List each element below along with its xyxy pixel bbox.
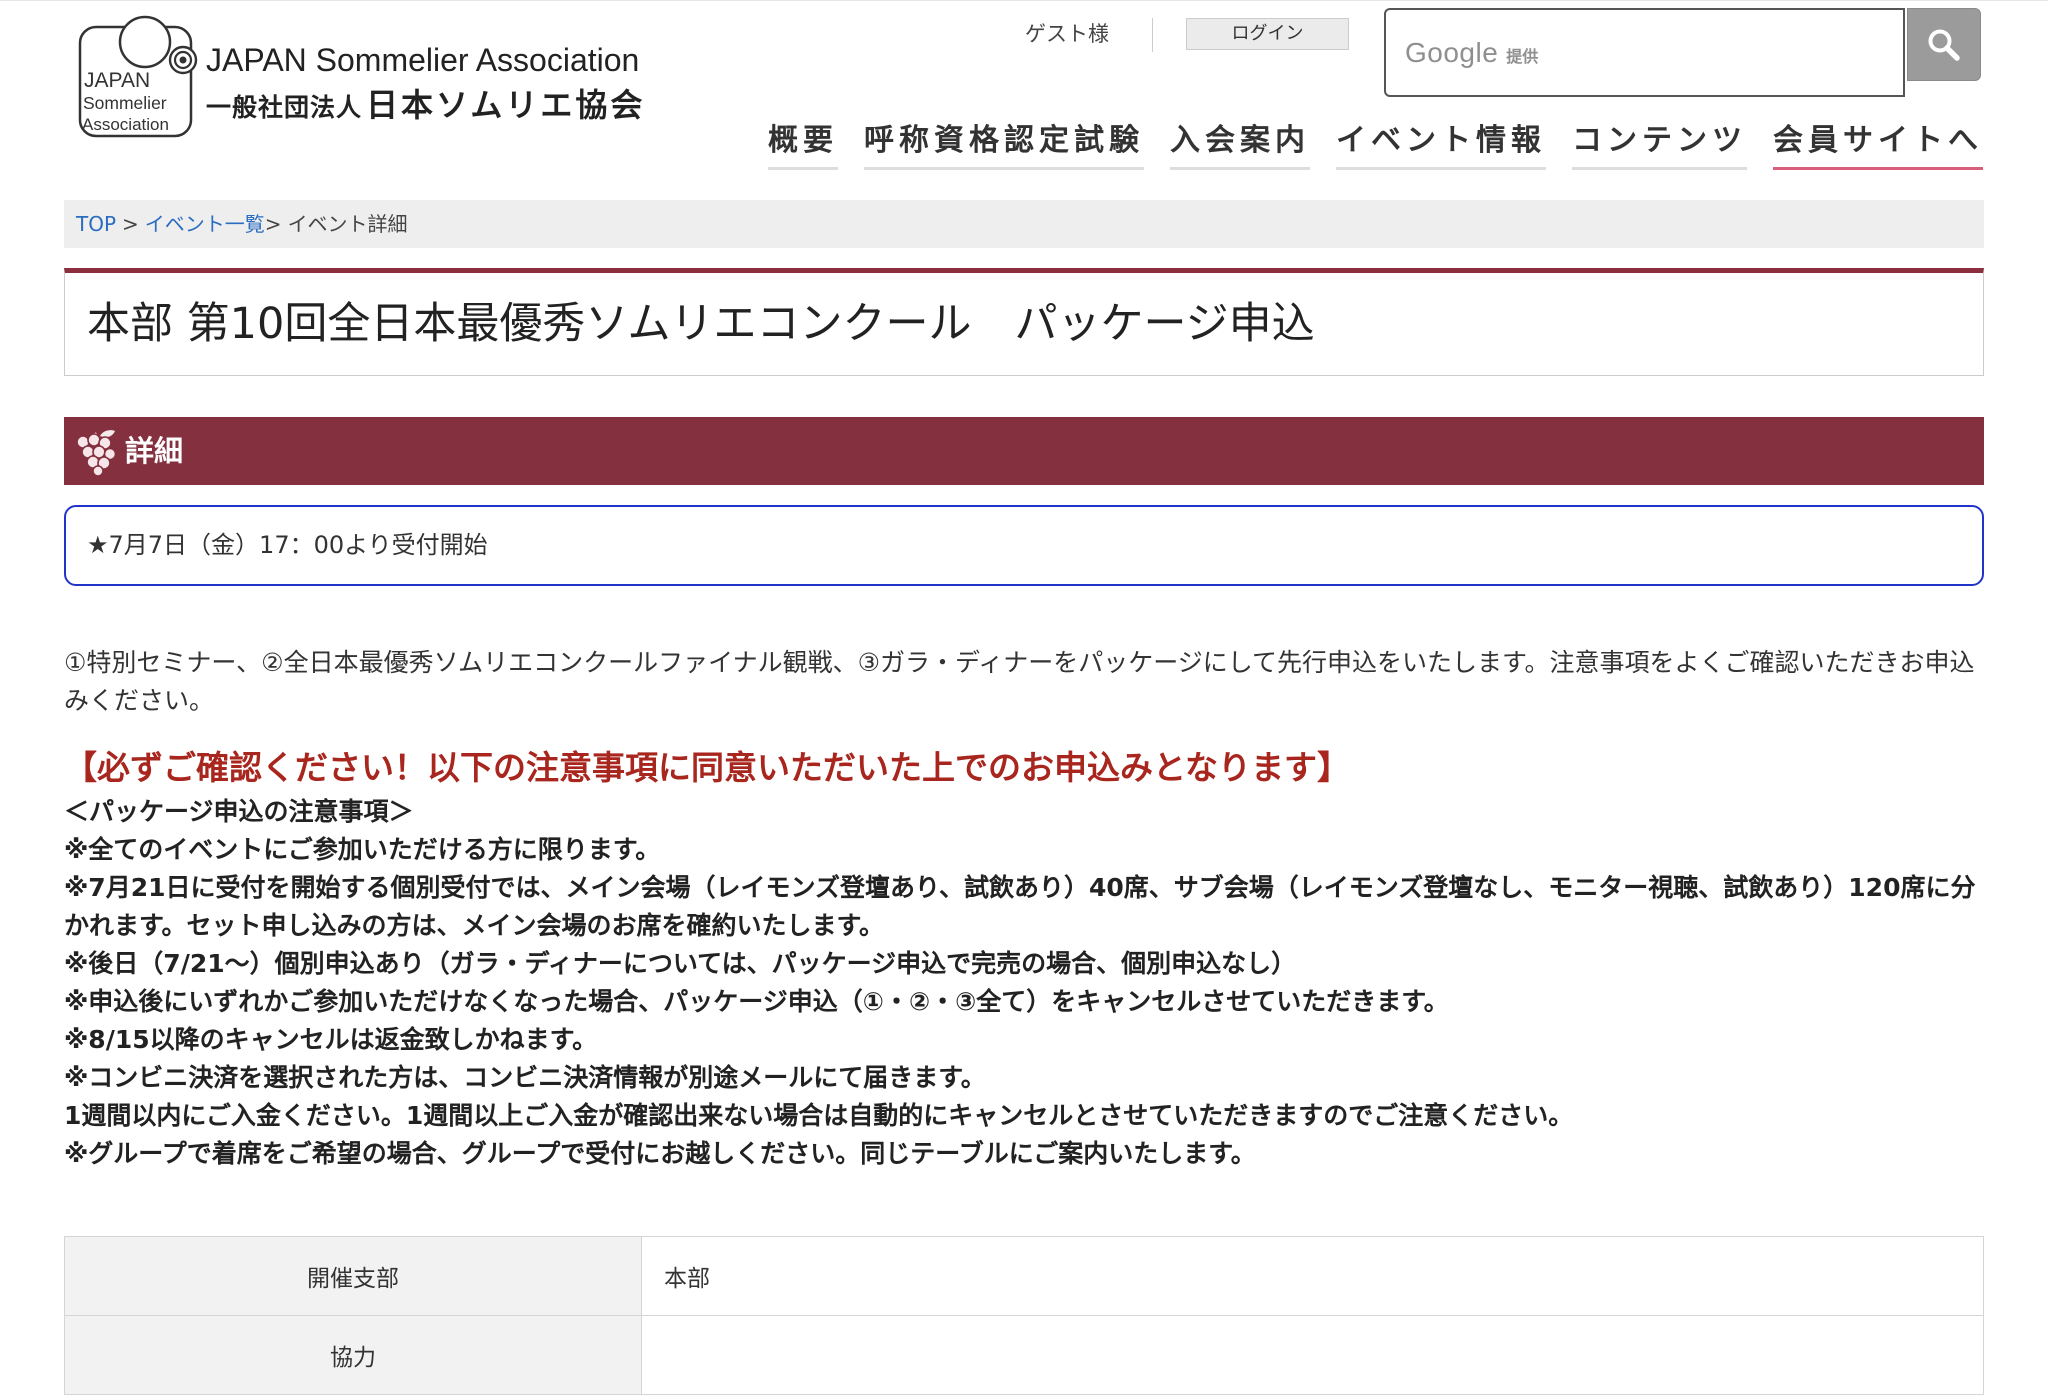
list-item: ※コンビニ決済を選択された方は、コンビニ決済情報が別途メールにて届きます。 [64, 1063, 986, 1092]
logo-line-sommelier: Sommelier [83, 93, 167, 113]
header-divider [1152, 18, 1153, 52]
sommelier-logo-icon: JAPAN Sommelier Association [78, 15, 198, 138]
list-item: ※グループで着席をご希望の場合、グループで受付にお越しください。同じテーブルにご… [64, 1139, 1256, 1168]
org-name-main: 日本ソムリエ協会 [366, 86, 646, 124]
breadcrumb-separator: > [264, 212, 282, 236]
details-table: 開催支部 本部 協力 [64, 1236, 1984, 1395]
section-header-details: 詳細 [64, 417, 1984, 485]
section-title: 詳細 [125, 434, 184, 468]
table-row-label: 協力 [64, 1315, 642, 1395]
nav-item-overview[interactable]: 概要 [768, 121, 838, 170]
logo-line-japan: JAPAN [84, 69, 150, 92]
breadcrumb-separator: > [122, 212, 139, 236]
search-box: Google 提供 [1384, 8, 1905, 97]
org-name-prefix: 一般社団法人 [206, 93, 363, 122]
page-title: 本部 第10回全日本最優秀ソムリエコンクール パッケージ申込 [87, 299, 1315, 349]
login-button[interactable]: ログイン [1186, 18, 1349, 50]
home-link[interactable]: JAPAN Sommelier Association JAPAN Sommel… [0, 0, 700, 150]
nav-item-contents[interactable]: コンテンツ [1572, 121, 1747, 170]
breadcrumb-top-link[interactable]: TOP [76, 212, 116, 236]
search-button[interactable] [1907, 8, 1981, 81]
list-item: ※全てのイベントにご参加いただける方に限ります。 [64, 835, 661, 864]
table-row-label: 開催支部 [64, 1236, 642, 1316]
table-row-value [641, 1315, 1984, 1395]
grapes-icon [76, 430, 116, 476]
org-name-ja: 一般社団法人 日本ソムリエ協会 [206, 84, 645, 132]
list-item: ※後日（7/21〜）個別申込あり（ガラ・ディナーについては、パッケージ申込で完売… [64, 949, 1297, 978]
nav-item-certification-exam[interactable]: 呼称資格認定試験 [864, 121, 1144, 170]
guest-label: ゲスト様 [1025, 22, 1109, 46]
nav-item-membership[interactable]: 入会案内 [1170, 121, 1310, 170]
warning-heading: 【必ずご確認ください！以下の注意事項に同意いただいた上でのお申込みとなります】 [64, 748, 1351, 787]
breadcrumb-current: イベント詳細 [287, 212, 408, 236]
nav-item-events[interactable]: イベント情報 [1336, 121, 1546, 170]
list-item: ※申込後にいずれかご参加いただけなくなった場合、パッケージ申込（①・②・③全て）… [64, 987, 1449, 1016]
table-row-value: 本部 [641, 1236, 1984, 1316]
notes-list: ＜パッケージ申込の注意事項＞ ※全てのイベントにご参加いただける方に限ります。 … [64, 793, 1984, 1173]
reception-notice: ★7月7日（金）17：00より受付開始 [64, 505, 1984, 586]
intro-paragraph: ①特別セミナー、②全日本最優秀ソムリエコンクールファイナル観戦、③ガラ・ディナー… [64, 648, 1975, 715]
notes-heading: ＜パッケージ申込の注意事項＞ [64, 797, 414, 826]
list-item: ※7月21日に受付を開始する個別受付では、メイン会場（レイモンズ登壇あり、試飲あ… [64, 873, 1976, 940]
breadcrumb-events-link[interactable]: イベント一覧 [145, 212, 265, 236]
search-icon [1928, 29, 1960, 61]
list-item: ※8/15以降のキャンセルは返金致しかねます。 [64, 1025, 598, 1054]
table-row: 協力 [64, 1315, 1984, 1395]
nav-item-member-site[interactable]: 会員サイトへ [1773, 121, 1983, 170]
org-name-en: JAPAN Sommelier Association [206, 42, 640, 78]
logo-line-association: Association [82, 115, 169, 134]
event-title-box: 本部 第10回全日本最優秀ソムリエコンクール パッケージ申込 [64, 268, 1984, 376]
global-nav: 概要 呼称資格認定試験 入会案内 イベント情報 コンテンツ 会員サイトへ [768, 121, 1983, 170]
search-input[interactable] [1386, 10, 1903, 95]
table-row: 開催支部 本部 [64, 1236, 1984, 1316]
list-item: 1週間以内にご入金ください。1週間以上ご入金が確認出来ない場合は自動的にキャンセ… [64, 1101, 1574, 1130]
breadcrumb: TOP > イベント一覧> イベント詳細 [64, 200, 1984, 248]
